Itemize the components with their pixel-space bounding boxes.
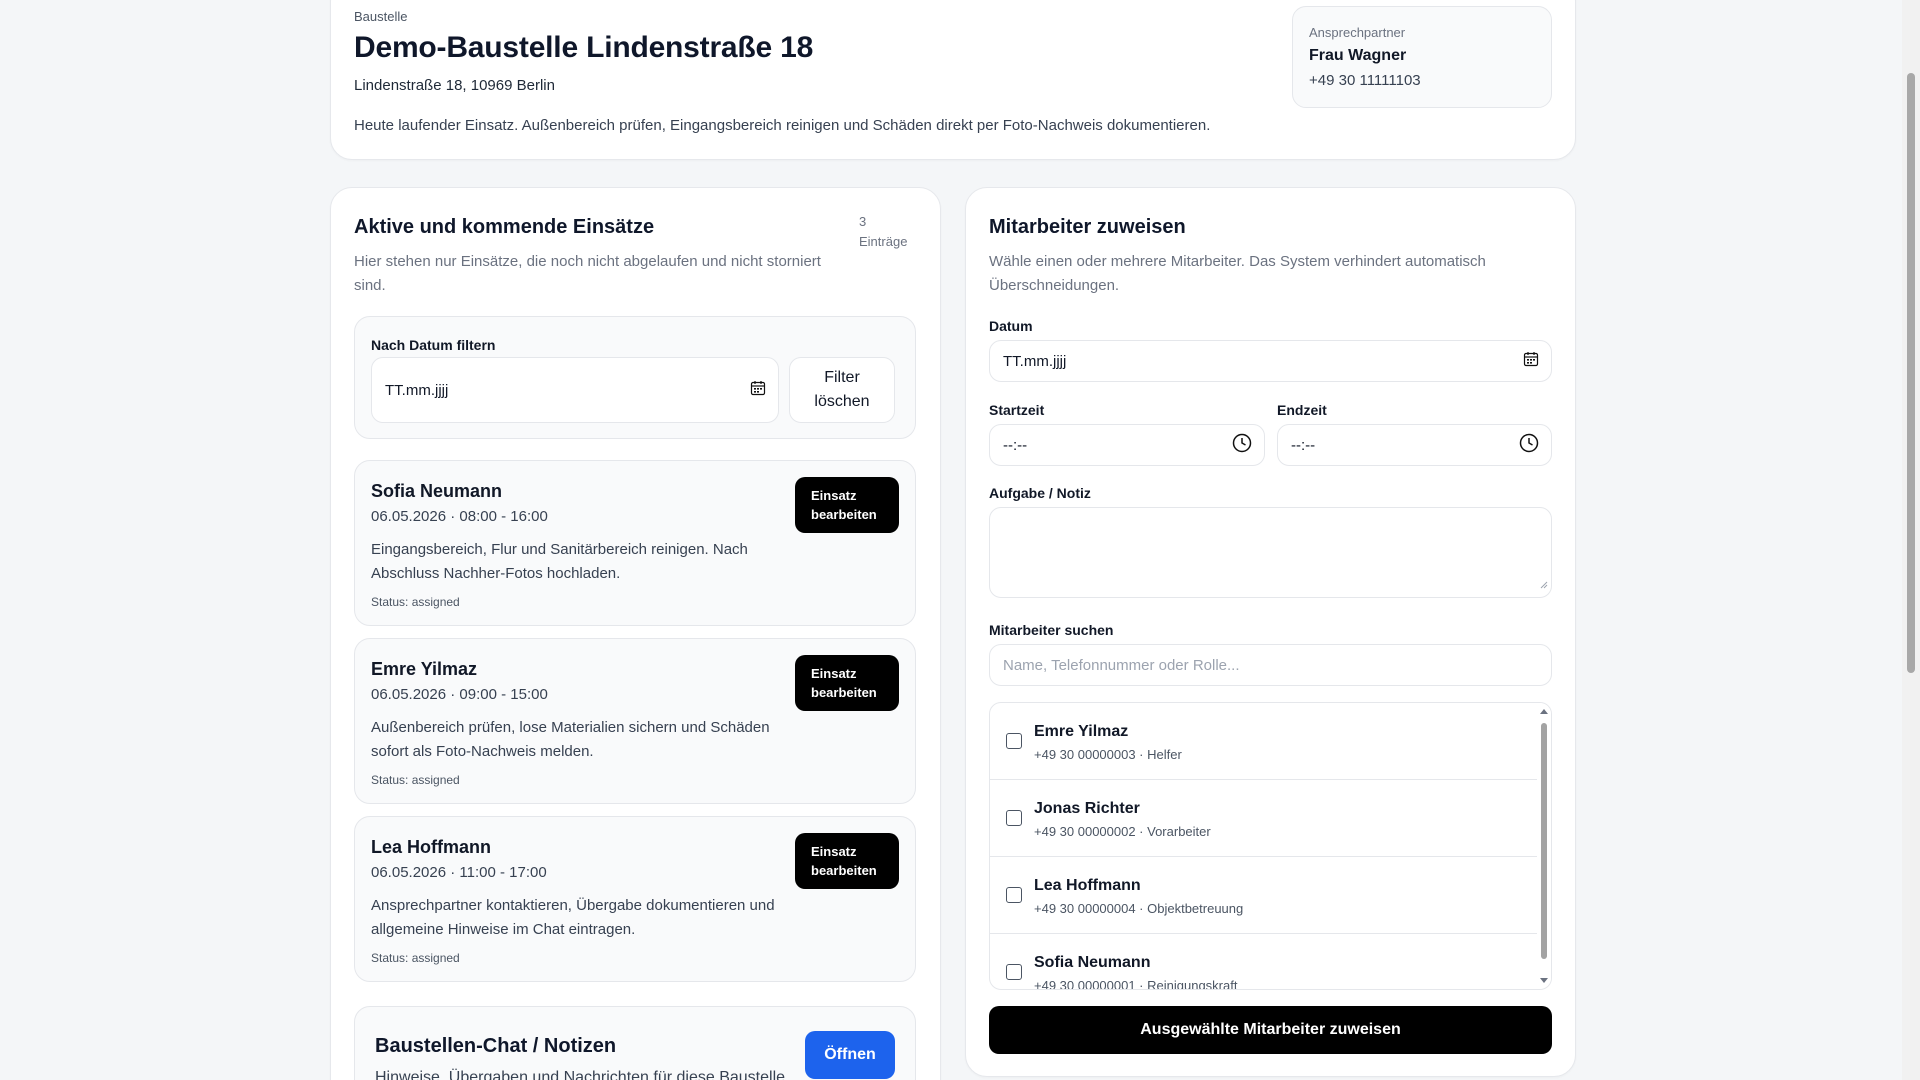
contact-label: Ansprechpartner xyxy=(1309,25,1406,40)
site-chat-card: Baustellen-Chat / Notizen Hinweise, Über… xyxy=(354,1006,916,1080)
date-filter-input[interactable]: TT.mm.jjjj xyxy=(371,357,779,423)
page-scroll-thumb[interactable] xyxy=(1907,73,1915,673)
employee-list-item[interactable]: Sofia Neumann +49 30 00000001 · Reinigun… xyxy=(990,934,1538,990)
assignment-time: 06.05.2026 · 09:00 - 15:00 xyxy=(371,686,548,703)
assignment-description: Außenbereich prüfen, lose Materialien si… xyxy=(371,719,770,760)
site-address: Lindenstraße 18, 10969 Berlin xyxy=(354,77,555,94)
clock-icon[interactable] xyxy=(1519,433,1539,457)
assignments-count: 3 Einträge xyxy=(859,212,907,252)
date-filter-placeholder: TT.mm.jjjj xyxy=(385,381,449,399)
edit-assignment-button[interactable]: Einsatz bearbeiten xyxy=(795,833,899,889)
calendar-icon[interactable] xyxy=(1523,351,1539,371)
employee-meta: +49 30 00000002 · Vorarbeiter xyxy=(1034,824,1211,839)
contact-name: Frau Wagner xyxy=(1309,47,1407,64)
resize-grip-icon[interactable] xyxy=(1540,576,1548,594)
assign-selected-button[interactable]: Ausgewählte Mitarbeiter zuweisen xyxy=(989,1006,1552,1054)
assignments-title: Aktive und kommende Einsätze xyxy=(354,216,655,238)
chat-title: Baustellen-Chat / Notizen xyxy=(375,1035,617,1057)
end-time-placeholder: --:-- xyxy=(1291,436,1316,454)
edit-assignment-button[interactable]: Einsatz bearbeiten xyxy=(795,477,899,533)
edit-assignment-button[interactable]: Einsatz bearbeiten xyxy=(795,655,899,711)
assignment-employee-name: Sofia Neumann xyxy=(371,481,503,501)
search-label: Mitarbeiter suchen xyxy=(989,622,1114,638)
employee-name: Jonas Richter xyxy=(1034,800,1140,817)
clear-filter-button[interactable]: Filter löschen xyxy=(789,357,895,423)
assignments-panel: Aktive und kommende Einsätze Hier stehen… xyxy=(330,187,941,1080)
date-label: Datum xyxy=(989,318,1033,334)
note-label: Aufgabe / Notiz xyxy=(989,485,1091,501)
employee-checkbox[interactable] xyxy=(1006,733,1022,749)
end-time-label: Endzeit xyxy=(1277,402,1327,418)
assignment-status: Status: assigned xyxy=(371,951,460,965)
employee-checkbox[interactable] xyxy=(1006,810,1022,826)
employee-list-item[interactable]: Emre Yilmaz +49 30 00000003 · Helfer xyxy=(990,703,1538,780)
site-eyebrow: Baustelle xyxy=(354,9,408,24)
assignment-time: 06.05.2026 · 11:00 - 17:00 xyxy=(371,864,547,881)
scroll-up-arrow-icon[interactable] xyxy=(1540,709,1548,714)
contact-phone: +49 30 11111103 xyxy=(1309,72,1421,89)
employee-list-item[interactable]: Jonas Richter +49 30 00000002 · Vorarbei… xyxy=(990,780,1538,857)
employee-list[interactable]: Emre Yilmaz +49 30 00000003 · Helfer Jon… xyxy=(989,702,1552,990)
employee-name: Lea Hoffmann xyxy=(1034,877,1141,894)
assignment-time: 06.05.2026 · 08:00 - 16:00 xyxy=(371,508,548,525)
assignments-count-number: 3 xyxy=(859,214,867,229)
clock-icon[interactable] xyxy=(1232,433,1252,457)
contact-box: Ansprechpartner Frau Wagner +49 30 11111… xyxy=(1292,6,1552,108)
employee-list-scroll-thumb[interactable] xyxy=(1541,723,1547,959)
page-title: Demo-Baustelle Lindenstraße 18 xyxy=(354,31,814,64)
start-time-label: Startzeit xyxy=(989,402,1045,418)
assignment-status: Status: assigned xyxy=(371,773,460,787)
start-time-input[interactable]: --:-- xyxy=(989,424,1265,466)
assignment-description: Ansprechpartner kontaktieren, Übergabe d… xyxy=(371,897,775,938)
assign-form-subtitle: Wähle einen oder mehrere Mitarbeiter. Da… xyxy=(989,253,1486,294)
employee-meta: +49 30 00000003 · Helfer xyxy=(1034,747,1182,762)
assign-form-title: Mitarbeiter zuweisen xyxy=(989,216,1186,238)
date-input-placeholder: TT.mm.jjjj xyxy=(1003,352,1067,370)
assignments-subtitle: Hier stehen nur Einsätze, die noch nicht… xyxy=(354,253,821,294)
employee-list-item[interactable]: Lea Hoffmann +49 30 00000004 · Objektbet… xyxy=(990,857,1538,934)
assignment-card: Sofia Neumann 06.05.2026 · 08:00 - 16:00… xyxy=(354,460,916,626)
scroll-down-arrow-icon[interactable] xyxy=(1540,978,1548,983)
site-header-card: Baustelle Demo-Baustelle Lindenstraße 18… xyxy=(330,0,1576,160)
employee-checkbox[interactable] xyxy=(1006,887,1022,903)
open-chat-button[interactable]: Öffnen xyxy=(805,1031,895,1079)
assignment-employee-name: Emre Yilmaz xyxy=(371,659,478,679)
end-time-input[interactable]: --:-- xyxy=(1277,424,1552,466)
assignments-count-label: Einträge xyxy=(859,234,908,249)
calendar-icon[interactable] xyxy=(750,380,766,400)
assignment-card: Lea Hoffmann 06.05.2026 · 11:00 - 17:00 … xyxy=(354,816,916,982)
employee-search-input[interactable]: Name, Telefonnummer oder Rolle... xyxy=(989,644,1552,686)
date-input[interactable]: TT.mm.jjjj xyxy=(989,340,1552,382)
employee-name: Sofia Neumann xyxy=(1034,954,1151,971)
assignment-status: Status: assigned xyxy=(371,595,460,609)
assignment-employee-name: Lea Hoffmann xyxy=(371,837,492,857)
page-scrollbar[interactable] xyxy=(1902,0,1920,1080)
employee-name: Emre Yilmaz xyxy=(1034,723,1129,740)
employee-checkbox[interactable] xyxy=(1006,964,1022,980)
date-filter-label: Nach Datum filtern xyxy=(371,337,496,353)
start-time-placeholder: --:-- xyxy=(1003,436,1028,454)
employee-meta: +49 30 00000004 · Objektbetreuung xyxy=(1034,901,1244,916)
chat-subtitle: Hinweise, Übergaben und Nachrichten für … xyxy=(375,1069,790,1080)
employee-search-placeholder: Name, Telefonnummer oder Rolle... xyxy=(1003,656,1240,674)
assign-employees-panel: Mitarbeiter zuweisen Wähle einen oder me… xyxy=(965,187,1576,1077)
date-filter-box: Nach Datum filtern TT.mm.jjjj Filter lös… xyxy=(354,316,916,439)
assignment-description: Eingangsbereich, Flur und Sanitärbereich… xyxy=(371,541,748,582)
site-description: Heute laufender Einsatz. Außenbereich pr… xyxy=(354,117,1211,134)
assignment-card: Emre Yilmaz 06.05.2026 · 09:00 - 15:00 A… xyxy=(354,638,916,804)
employee-list-scrollbar[interactable] xyxy=(1537,703,1551,989)
note-textarea[interactable] xyxy=(989,507,1552,598)
employee-meta: +49 30 00000001 · Reinigungskraft xyxy=(1034,978,1238,990)
